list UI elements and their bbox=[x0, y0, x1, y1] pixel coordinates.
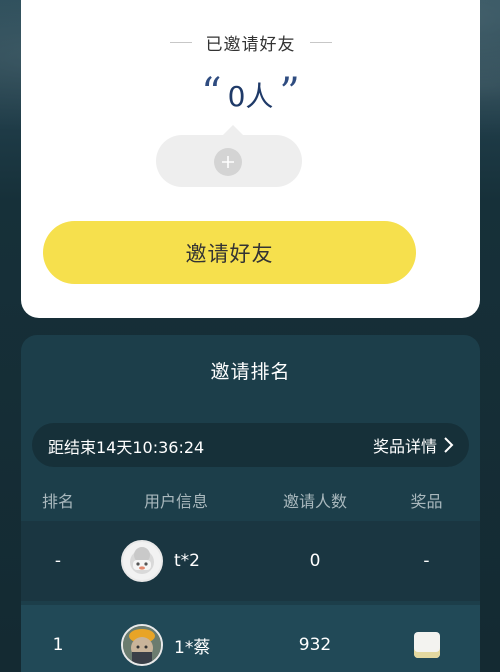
invite-count-cell: 932 bbox=[298, 635, 332, 655]
column-header-rank: 排名 bbox=[41, 492, 74, 511]
countdown-bar: 距结束14天10:36:24 奖品详情 bbox=[32, 423, 469, 467]
invited-friends-title: 已邀请好友 bbox=[205, 35, 296, 55]
divider-right bbox=[309, 42, 332, 43]
username: t*2 bbox=[174, 551, 200, 571]
countdown-text: 距结束14天10:36:24 bbox=[48, 438, 205, 457]
close-quote: ” bbox=[279, 70, 300, 116]
invited-count: “ 0人 ” bbox=[21, 70, 480, 116]
table-row: - t*2 0 - bbox=[21, 521, 480, 601]
avatar bbox=[121, 540, 163, 582]
divider-left bbox=[169, 42, 192, 43]
open-quote: “ bbox=[201, 70, 222, 116]
chevron-right-icon bbox=[444, 437, 454, 453]
invited-title-wrap: 已邀请好友 bbox=[21, 30, 480, 55]
plus-icon[interactable] bbox=[214, 148, 242, 176]
ranking-panel: 邀请排名 距结束14天10:36:24 奖品详情 排名 用户信息 邀请人数 奖品… bbox=[21, 335, 480, 672]
user-cell: t*2 bbox=[95, 521, 257, 601]
prize-detail-link[interactable]: 奖品详情 bbox=[373, 433, 455, 457]
invited-count-text: 0人 bbox=[227, 80, 274, 113]
user-cell: 1*蔡 bbox=[95, 605, 257, 672]
column-header-prize: 奖品 bbox=[410, 492, 443, 511]
table-row: 1 1*蔡 932 bbox=[21, 605, 480, 672]
rank-cell: 1 bbox=[52, 635, 64, 655]
rank-cell: - bbox=[54, 551, 62, 571]
ranking-title: 邀请排名 bbox=[210, 361, 291, 383]
invite-count-cell: 0 bbox=[309, 551, 321, 571]
prize-cell bbox=[373, 605, 480, 672]
prize-cell: - bbox=[423, 551, 430, 571]
prize-jar-icon bbox=[413, 632, 440, 658]
prize-detail-label: 奖品详情 bbox=[372, 437, 437, 456]
avatar bbox=[121, 624, 163, 666]
column-header-user: 用户信息 bbox=[143, 492, 208, 511]
column-header-count: 邀请人数 bbox=[282, 492, 347, 511]
ranking-header-row: 排名 用户信息 邀请人数 奖品 bbox=[21, 479, 480, 521]
username: 1*蔡 bbox=[174, 637, 211, 658]
invite-friends-button[interactable]: 邀请好友 bbox=[43, 221, 416, 284]
